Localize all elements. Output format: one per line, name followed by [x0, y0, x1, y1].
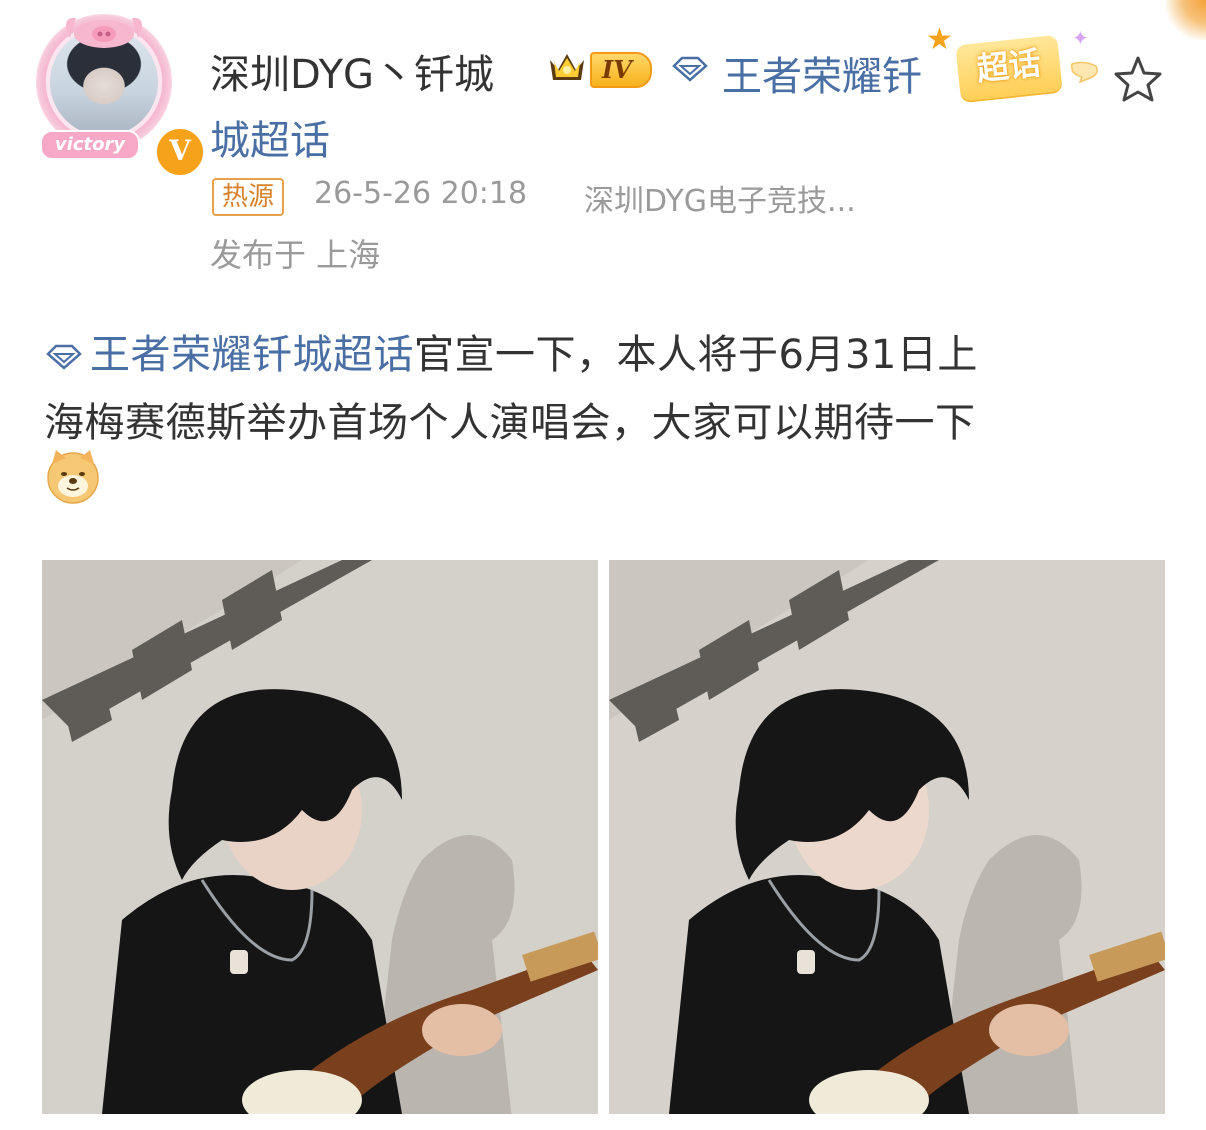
verified-badge: V [154, 126, 206, 178]
avatar[interactable]: victory V [36, 14, 206, 178]
post-topic-link[interactable]: 王者荣耀钎城超话 [90, 332, 414, 378]
pig-ears-decoration [66, 17, 142, 48]
guitar-photo-illustration [609, 560, 1165, 1114]
topic-link-continued[interactable]: 城超话 [210, 108, 330, 166]
sparkle-icon: ✦ [1072, 26, 1089, 50]
level-badge: IV [590, 52, 652, 88]
post-location: 发布于 上海 [210, 236, 381, 274]
avatar-ribbon-text: victory [40, 130, 140, 160]
username[interactable]: 深圳DYG丶钎城 [210, 42, 494, 100]
corner-glow [1166, 0, 1206, 40]
chat-bubble-decoration-icon [1070, 61, 1098, 84]
crown-icon [550, 54, 584, 80]
topic-link[interactable]: 王者荣耀钎 [722, 44, 922, 102]
post-text-line: 王者荣耀钎城超话官宣一下，本人将于6月31日上 [44, 322, 978, 380]
doge-emoji-icon [47, 450, 99, 504]
post-image-2[interactable] [609, 560, 1165, 1114]
hot-source-badge: 热源 [212, 178, 285, 216]
post-source[interactable]: 深圳DYG电子竞技... [584, 176, 856, 220]
star-outline-icon[interactable] [1112, 54, 1164, 104]
sparkle-icon: ★ [926, 22, 953, 57]
diamond-topic-icon [672, 56, 708, 82]
post-text-line: 海梅赛德斯举办首场个人演唱会，大家可以期待一下 [44, 400, 976, 446]
post-image-1[interactable] [42, 560, 598, 1114]
post-text: 官宣一下，本人将于6月31日上 [414, 332, 978, 378]
post-time: 26-5-26 20:18 [314, 176, 528, 211]
guitar-photo-illustration [42, 560, 598, 1114]
chaohua-badge[interactable]: 超话 [955, 34, 1063, 102]
diamond-topic-icon [46, 344, 82, 370]
